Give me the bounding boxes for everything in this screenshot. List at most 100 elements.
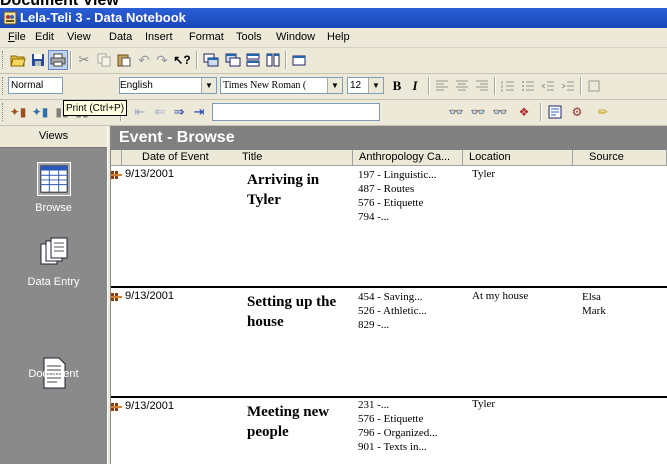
find-next-icon[interactable]: 👓	[490, 102, 510, 122]
data-entry-cards-icon	[40, 237, 68, 265]
app-notebook-icon	[3, 11, 17, 25]
first-record-icon[interactable]: ⇤	[130, 102, 150, 122]
previous-record-icon[interactable]: ⇐	[150, 102, 170, 122]
views-sidebar: Views Browse Data Entry Document	[0, 126, 107, 464]
event-categories: 454 - Saving... 526 - Athletic... 829 -...	[358, 291, 427, 331]
browse-grid-icon	[37, 162, 71, 196]
tools-icon[interactable]: ⚙	[567, 102, 587, 122]
view-browse[interactable]: Browse	[0, 162, 107, 232]
font-size-select[interactable]: 12 ▼	[347, 77, 384, 94]
view-document[interactable]: Document	[0, 356, 107, 426]
whats-this-help-icon[interactable]: ↖?	[172, 50, 192, 70]
menu-window[interactable]: Window	[276, 31, 315, 43]
event-date: 9/13/2001	[125, 168, 174, 180]
event-location: Tyler	[472, 168, 496, 180]
standard-toolbar: ✂ ↶ ↷ ↖?	[0, 48, 667, 74]
document-view-heading: Document View	[0, 0, 119, 8]
toolbar-grip[interactable]	[2, 77, 6, 95]
menu-insert[interactable]: Insert	[145, 31, 173, 43]
window-title-bar[interactable]: Lela-Teli 3 - Data Notebook	[0, 8, 667, 28]
event-title: Setting up the house	[247, 294, 337, 330]
event-icon	[111, 293, 122, 301]
open-folder-icon[interactable]	[8, 50, 28, 70]
next-record-icon[interactable]: ⇒	[169, 102, 189, 122]
views-header: Views	[0, 126, 107, 148]
table-row[interactable]: 9/13/2001 Setting up the house 454 - Sav…	[111, 288, 667, 398]
find-text-input[interactable]	[212, 103, 380, 121]
chevron-down-icon[interactable]: ▼	[368, 78, 383, 93]
toolbar-grip[interactable]	[2, 51, 6, 69]
browse-record-window-icon[interactable]	[223, 50, 243, 70]
menu-view[interactable]: View	[67, 31, 91, 43]
event-location: At my house	[472, 290, 529, 302]
highlighter-icon[interactable]: ✏	[593, 102, 613, 122]
column-header-source[interactable]: Source	[573, 150, 667, 166]
menu-tools[interactable]: Tools	[236, 31, 262, 43]
properties-icon[interactable]	[545, 102, 565, 122]
event-date: 9/13/2001	[125, 290, 174, 302]
align-center-icon[interactable]	[452, 76, 472, 96]
menu-format[interactable]: Format	[189, 31, 224, 43]
event-title: Meeting new people	[247, 404, 330, 440]
view-data-entry[interactable]: Data Entry	[0, 236, 107, 306]
event-categories: 197 - Linguistic... 487 - Routes 576 - Eti…	[358, 169, 437, 223]
row-selector-header[interactable]	[111, 150, 122, 166]
column-header-location[interactable]: Location	[463, 150, 573, 166]
tile-vertical-icon[interactable]	[263, 50, 283, 70]
toolbar-grip[interactable]	[2, 103, 6, 121]
font-select[interactable]: Times New Roman (▼	[220, 77, 343, 94]
new-event-icon[interactable]: ✦▮	[8, 102, 28, 122]
menu-data[interactable]: Data	[109, 31, 132, 43]
redo-icon[interactable]: ↷	[152, 50, 172, 70]
paste-clipboard-icon[interactable]	[114, 50, 134, 70]
last-record-icon[interactable]: ⇥	[189, 102, 209, 122]
find-binoculars-icon[interactable]: 👓	[446, 102, 466, 122]
view-label: Data Entry	[27, 276, 80, 288]
increase-indent-icon[interactable]	[558, 76, 578, 96]
browse-pane: Event - Browse Date of Event Title Anthr…	[111, 126, 667, 464]
event-categories: 231 -... 576 - Etiquette 796 - Organized..…	[358, 399, 438, 453]
column-header-title[interactable]: Title	[236, 150, 353, 166]
table-row[interactable]: 9/13/2001 Arriving in Tyler 197 - Lingui…	[111, 166, 667, 288]
print-icon[interactable]	[48, 50, 68, 70]
view-label: Browse	[35, 202, 72, 214]
style-select[interactable]: Normal	[8, 77, 63, 94]
menu-edit[interactable]: Edit	[35, 31, 54, 43]
event-icon	[111, 171, 122, 179]
undo-icon[interactable]: ↶	[134, 50, 154, 70]
decrease-indent-icon[interactable]	[538, 76, 558, 96]
replace-icon[interactable]: ❖	[514, 102, 534, 122]
italic-button[interactable]: I	[405, 76, 425, 96]
view-label: Document	[28, 368, 79, 380]
column-header-date[interactable]: Date of Event	[122, 150, 246, 166]
menu-bar: File Edit View Data Insert Format Tools …	[0, 28, 667, 48]
table-row[interactable]: 9/13/2001 Meeting new people 231 -... 576…	[111, 398, 667, 468]
tile-horizontal-icon[interactable]	[243, 50, 263, 70]
event-location: Tyler	[472, 398, 496, 410]
menu-file[interactable]: File	[8, 31, 26, 43]
align-right-icon[interactable]	[472, 76, 492, 96]
save-disk-icon[interactable]	[28, 50, 48, 70]
chevron-down-icon[interactable]: ▼	[327, 78, 342, 93]
language-select[interactable]: English ▼	[119, 77, 217, 94]
new-record-window-icon[interactable]	[201, 50, 221, 70]
event-icon	[111, 403, 122, 411]
cut-scissors-icon[interactable]: ✂	[74, 50, 94, 70]
formatting-toolbar: Normal English ▼ Times New Roman (▼ 12 ▼ B…	[0, 74, 667, 100]
bold-button[interactable]: B	[387, 76, 407, 96]
event-date: 9/13/2001	[125, 400, 174, 412]
new-event-copy-icon[interactable]: ✦▮	[30, 102, 50, 122]
border-icon[interactable]	[584, 76, 604, 96]
bulleted-list-icon[interactable]	[518, 76, 538, 96]
numbered-list-icon[interactable]	[498, 76, 518, 96]
window-title: Lela-Teli 3 - Data Notebook	[20, 10, 186, 25]
copy-icon[interactable]	[94, 50, 114, 70]
cascade-windows-icon[interactable]	[289, 50, 309, 70]
print-tooltip: Print (Ctrl+P)	[63, 100, 128, 116]
menu-help[interactable]: Help	[327, 31, 350, 43]
event-title: Arriving in Tyler	[247, 172, 320, 208]
find-previous-icon[interactable]: 👓	[468, 102, 488, 122]
column-header-category[interactable]: Anthropology Ca...	[353, 150, 463, 166]
chevron-down-icon[interactable]: ▼	[201, 78, 216, 93]
align-left-icon[interactable]	[432, 76, 452, 96]
